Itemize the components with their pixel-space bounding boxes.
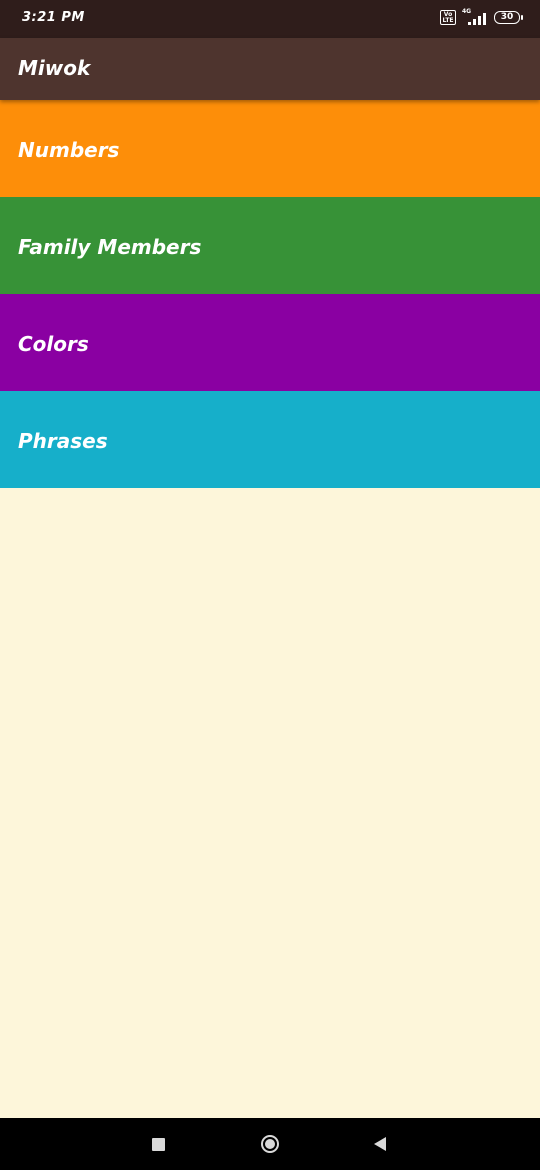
category-family-members[interactable]: Family Members	[0, 197, 540, 294]
navigation-bar	[0, 1118, 540, 1170]
app-title: Miwok	[18, 56, 91, 80]
signal-icon: 4G	[462, 8, 488, 25]
volte-bottom: LTE	[442, 16, 454, 24]
category-phrases[interactable]: Phrases	[0, 391, 540, 488]
status-time: 3:21 PM	[22, 10, 85, 25]
category-label: Family Members	[18, 235, 202, 259]
home-button[interactable]	[240, 1118, 300, 1170]
battery-icon: 30	[494, 11, 523, 24]
status-icons: Vo LTE 4G 30	[440, 8, 523, 25]
category-label: Phrases	[18, 429, 108, 453]
status-bar: 3:21 PM Vo LTE 4G 30	[0, 0, 540, 38]
recents-button[interactable]	[128, 1118, 188, 1170]
category-numbers[interactable]: Numbers	[0, 100, 540, 197]
category-label: Colors	[18, 332, 89, 356]
volte-icon: Vo LTE	[440, 10, 456, 25]
category-colors[interactable]: Colors	[0, 294, 540, 391]
app-bar: Miwok	[0, 38, 540, 100]
back-button[interactable]	[350, 1118, 410, 1170]
back-icon	[374, 1137, 386, 1151]
recents-icon	[151, 1137, 165, 1151]
home-icon	[261, 1135, 279, 1153]
category-label: Numbers	[18, 138, 120, 162]
battery-level: 30	[500, 12, 514, 22]
